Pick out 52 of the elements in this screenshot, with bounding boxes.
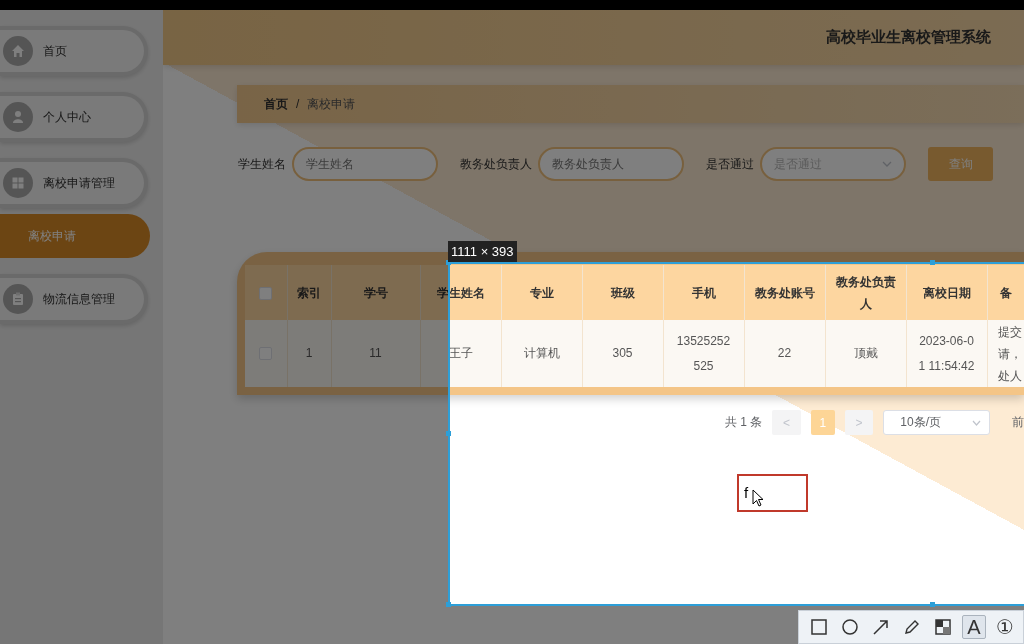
table-cell: 22 — [744, 320, 825, 387]
resize-handle[interactable] — [446, 602, 451, 607]
mouse-cursor-icon — [752, 489, 764, 507]
table-cell: 提交请，处人 — [987, 320, 1024, 387]
text-annotation-box[interactable]: f — [737, 474, 808, 512]
selection-size-label: 1111 × 393 — [448, 241, 517, 262]
goto-label: 前 — [1012, 414, 1024, 431]
sidebar-item[interactable]: 个人中心 — [0, 92, 148, 142]
field-label: 是否通过 — [706, 155, 754, 173]
table-cell: 顶戴 — [825, 320, 906, 387]
table-cell: 13525252525 — [663, 320, 744, 387]
input-field[interactable]: 教务处负责人 — [538, 147, 684, 181]
table-cell: 2023-06-01 11:54:42 — [906, 320, 987, 387]
field-label: 教务处负责人 — [460, 155, 532, 173]
home-icon — [3, 36, 33, 66]
table-cell: 王子 — [420, 320, 501, 387]
table-cell: 计算机 — [501, 320, 582, 387]
grid-icon — [3, 168, 33, 198]
page-size-select[interactable]: 10条/页 — [883, 410, 990, 435]
breadcrumb-link[interactable]: 首页 — [264, 95, 288, 113]
input-field[interactable]: 学生姓名 — [292, 147, 438, 181]
table-cell: 1 — [287, 320, 331, 387]
system-title: 高校毕业生离校管理系统 — [826, 28, 991, 47]
sidebar-item[interactable]: 离校申请管理 — [0, 158, 148, 208]
sidebar-item[interactable]: 物流信息管理 — [0, 274, 148, 324]
column-header: 离校日期 — [906, 265, 987, 320]
column-header: 备 — [987, 265, 1024, 320]
table-cell: 305 — [582, 320, 663, 387]
resize-handle[interactable] — [446, 431, 451, 436]
annotation-tool[interactable]: ① — [993, 615, 1017, 639]
clipboard-icon — [3, 284, 33, 314]
column-header: 教务处账号 — [744, 265, 825, 320]
sidebar-subitem[interactable]: 离校申请 — [0, 214, 150, 258]
resize-handle[interactable] — [930, 260, 935, 265]
resize-handle[interactable] — [930, 602, 935, 607]
table-cell: 11 — [331, 320, 420, 387]
field-label: 学生姓名 — [238, 155, 286, 173]
select-all-checkbox[interactable] — [259, 286, 273, 300]
chevron-down-icon — [972, 419, 981, 426]
breadcrumb-current: 离校申请 — [307, 95, 356, 113]
breadcrumb-separator: / — [296, 97, 300, 111]
person-icon — [3, 102, 33, 132]
column-header: 索引 — [287, 265, 331, 320]
column-header: 教务处负责人 — [825, 265, 906, 320]
total-count: 共 1 条 — [725, 414, 763, 431]
annotation-tool[interactable]: A — [962, 615, 986, 639]
column-header: 班级 — [582, 265, 663, 320]
column-header: 学号 — [331, 265, 420, 320]
chevron-down-icon — [882, 161, 892, 167]
sidebar-item[interactable]: 首页 — [0, 26, 148, 76]
column-header: 专业 — [501, 265, 582, 320]
column-header: 手机 — [663, 265, 744, 320]
